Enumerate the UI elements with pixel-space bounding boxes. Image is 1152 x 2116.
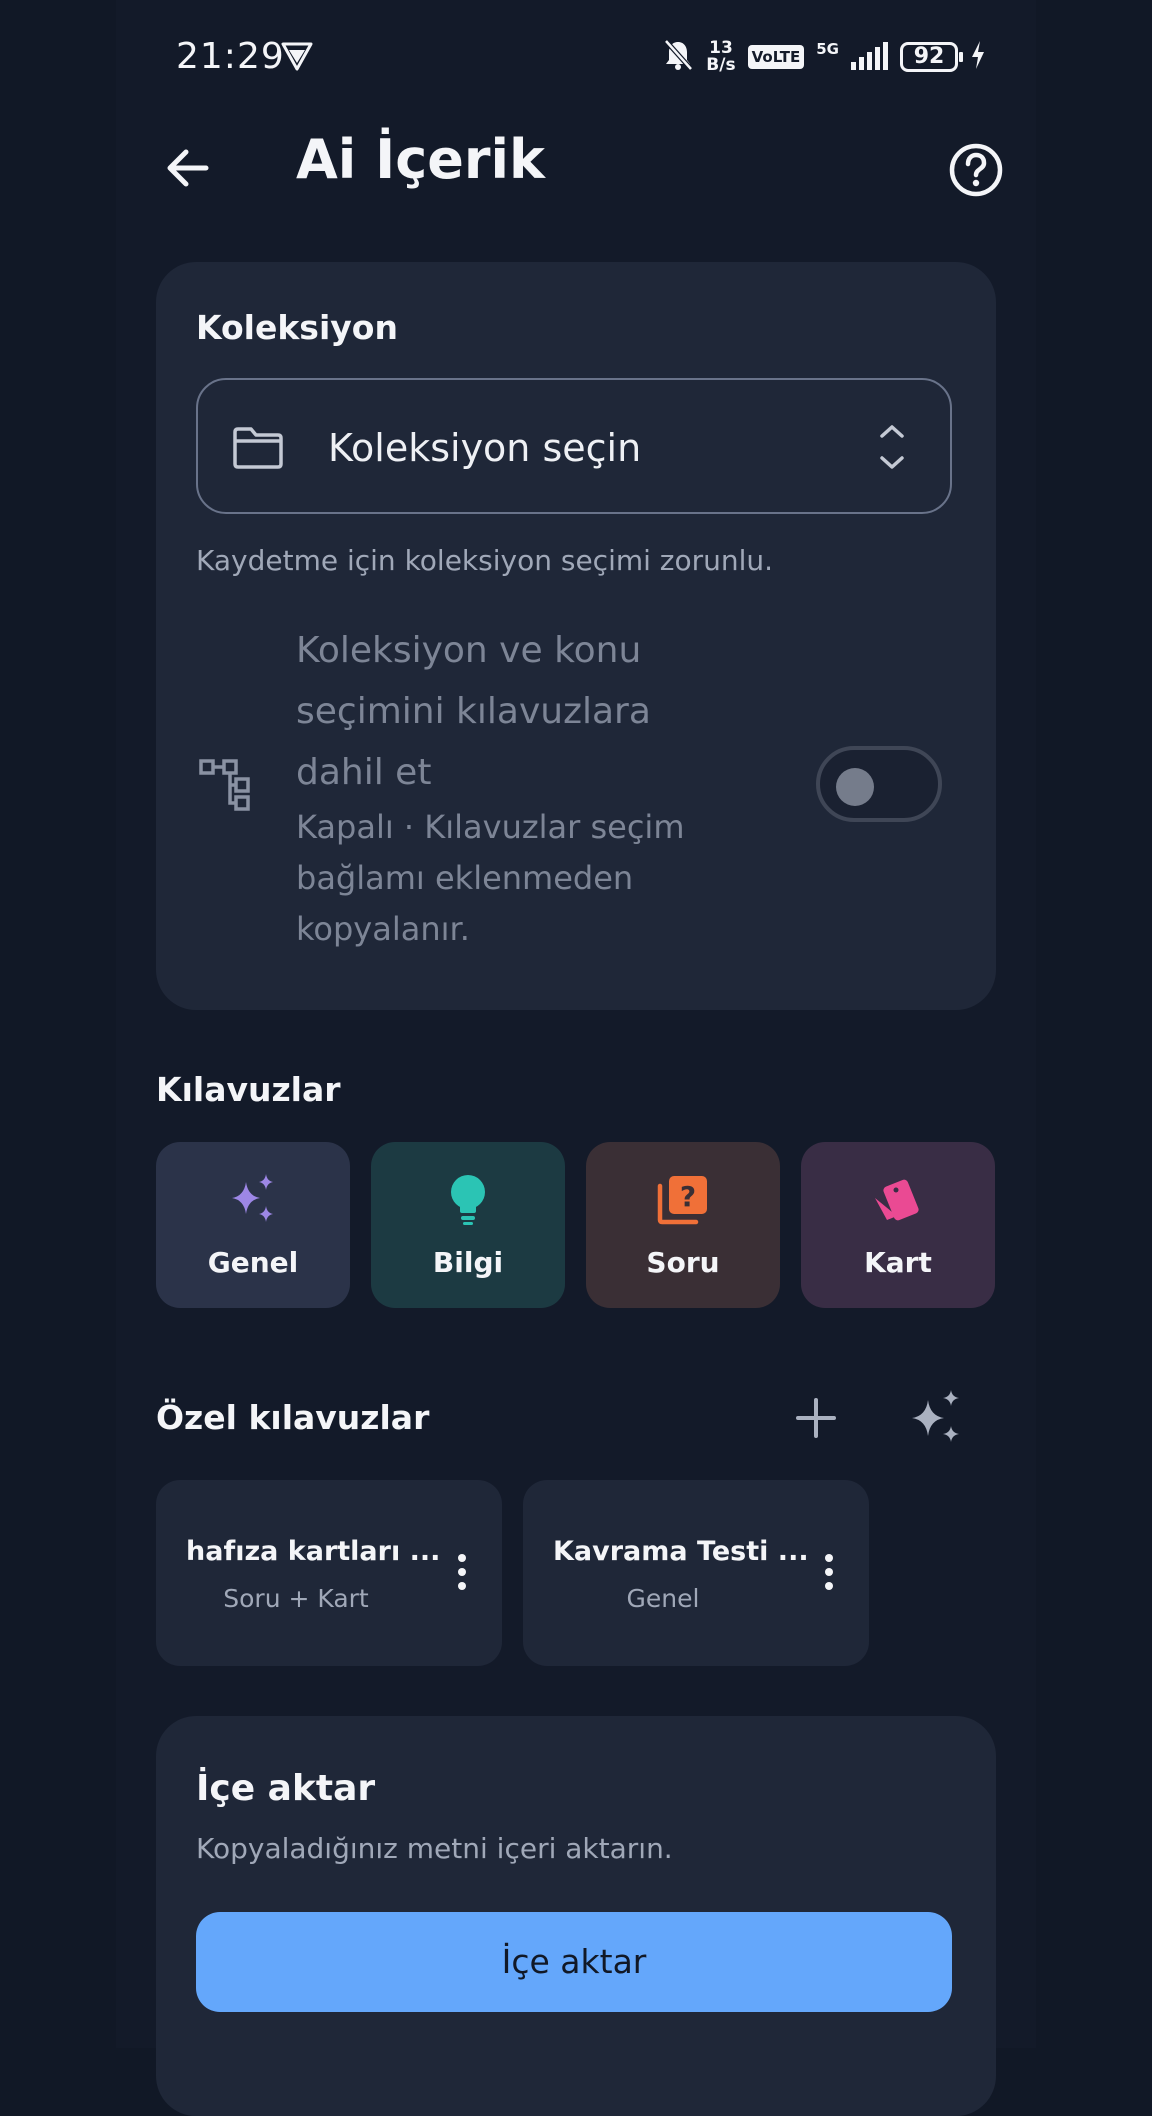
back-button[interactable] bbox=[160, 140, 216, 196]
lightbulb-icon bbox=[451, 1175, 485, 1225]
custom-guides-title: Özel kılavuzlar bbox=[156, 1398, 430, 1437]
guide-soru[interactable]: ? Soru bbox=[586, 1142, 780, 1308]
collection-card: Koleksiyon Koleksiyon seçin Kaydetme içi… bbox=[156, 262, 996, 1010]
help-button[interactable] bbox=[948, 142, 1004, 198]
more-options-button[interactable] bbox=[819, 1552, 839, 1592]
plus-icon bbox=[796, 1398, 836, 1438]
charging-icon bbox=[970, 40, 986, 74]
network-type: 5G bbox=[816, 40, 839, 58]
status-icons: 13 B/s VoLTE 5G 92 bbox=[662, 38, 986, 76]
include-selection-subtitle: Kapalı · Kılavuzlar seçim bağlamı eklenm… bbox=[296, 808, 685, 948]
bell-off-icon bbox=[662, 38, 694, 76]
svg-text:?: ? bbox=[680, 1180, 696, 1213]
import-description: Kopyaladığınız metni içeri aktarın. bbox=[196, 1832, 673, 1865]
sparkles-icon bbox=[912, 1390, 959, 1442]
battery-icon: 92 bbox=[900, 42, 963, 72]
guide-genel[interactable]: Genel bbox=[156, 1142, 350, 1308]
guide-genel-label: Genel bbox=[207, 1246, 299, 1279]
chevron-up-down-icon bbox=[878, 422, 906, 476]
guide-bilgi[interactable]: Bilgi bbox=[371, 1142, 565, 1308]
guides-title: Kılavuzlar bbox=[156, 1070, 341, 1109]
sparkles-icon bbox=[232, 1174, 273, 1222]
folder-icon bbox=[232, 426, 284, 474]
arrow-left-icon bbox=[167, 149, 209, 187]
custom-guide-name: Kavrama Testi ... bbox=[553, 1536, 809, 1567]
custom-guide-card[interactable]: Kavrama Testi ... Genel bbox=[523, 1480, 869, 1666]
guide-kart[interactable]: Kart bbox=[801, 1142, 995, 1308]
generate-guide-button[interactable] bbox=[906, 1388, 966, 1448]
network-speed: 13 B/s bbox=[706, 40, 735, 74]
question-stack-icon: ? bbox=[657, 1176, 707, 1225]
include-selection-toggle[interactable] bbox=[816, 746, 942, 822]
help-circle-icon bbox=[949, 143, 1003, 197]
signal-icon bbox=[851, 42, 888, 70]
import-card: İçe aktar Kopyaladığınız metni içeri akt… bbox=[156, 1716, 996, 2116]
custom-guide-type: Genel bbox=[626, 1584, 700, 1613]
include-selection-title: Koleksiyon ve konu seçimini kılavuzlara … bbox=[296, 630, 651, 793]
hierarchy-icon bbox=[198, 756, 254, 816]
cards-icon bbox=[875, 1179, 919, 1221]
collection-select[interactable]: Koleksiyon seçin bbox=[196, 378, 952, 514]
custom-guide-card[interactable]: hafıza kartları ... Soru + Kart bbox=[156, 1480, 502, 1666]
collection-select-label: Koleksiyon seçin bbox=[328, 426, 642, 470]
more-vertical-icon bbox=[825, 1554, 833, 1590]
toggle-knob bbox=[836, 768, 874, 806]
custom-guide-name: hafıza kartları ... bbox=[186, 1536, 441, 1567]
guide-soru-label: Soru bbox=[646, 1246, 720, 1279]
guide-kart-label: Kart bbox=[864, 1246, 932, 1279]
page-title: Ai İçerik bbox=[296, 128, 545, 191]
more-vertical-icon bbox=[458, 1554, 466, 1590]
import-title: İçe aktar bbox=[196, 1768, 376, 1809]
collection-label: Koleksiyon bbox=[196, 308, 398, 347]
collection-helper-text: Kaydetme için koleksiyon seçimi zorunlu. bbox=[196, 544, 774, 577]
network-speed-unit: B/s bbox=[706, 55, 736, 75]
add-guide-button[interactable] bbox=[790, 1392, 842, 1444]
battery-level: 92 bbox=[913, 44, 945, 69]
volte-badge: VoLTE bbox=[747, 45, 805, 69]
import-button[interactable]: İçe aktar bbox=[196, 1912, 952, 2012]
vpn-shield-icon bbox=[280, 40, 314, 76]
status-time: 21:29 bbox=[176, 36, 285, 77]
custom-guide-type: Soru + Kart bbox=[223, 1584, 369, 1613]
guide-bilgi-label: Bilgi bbox=[432, 1246, 504, 1279]
more-options-button[interactable] bbox=[452, 1552, 472, 1592]
